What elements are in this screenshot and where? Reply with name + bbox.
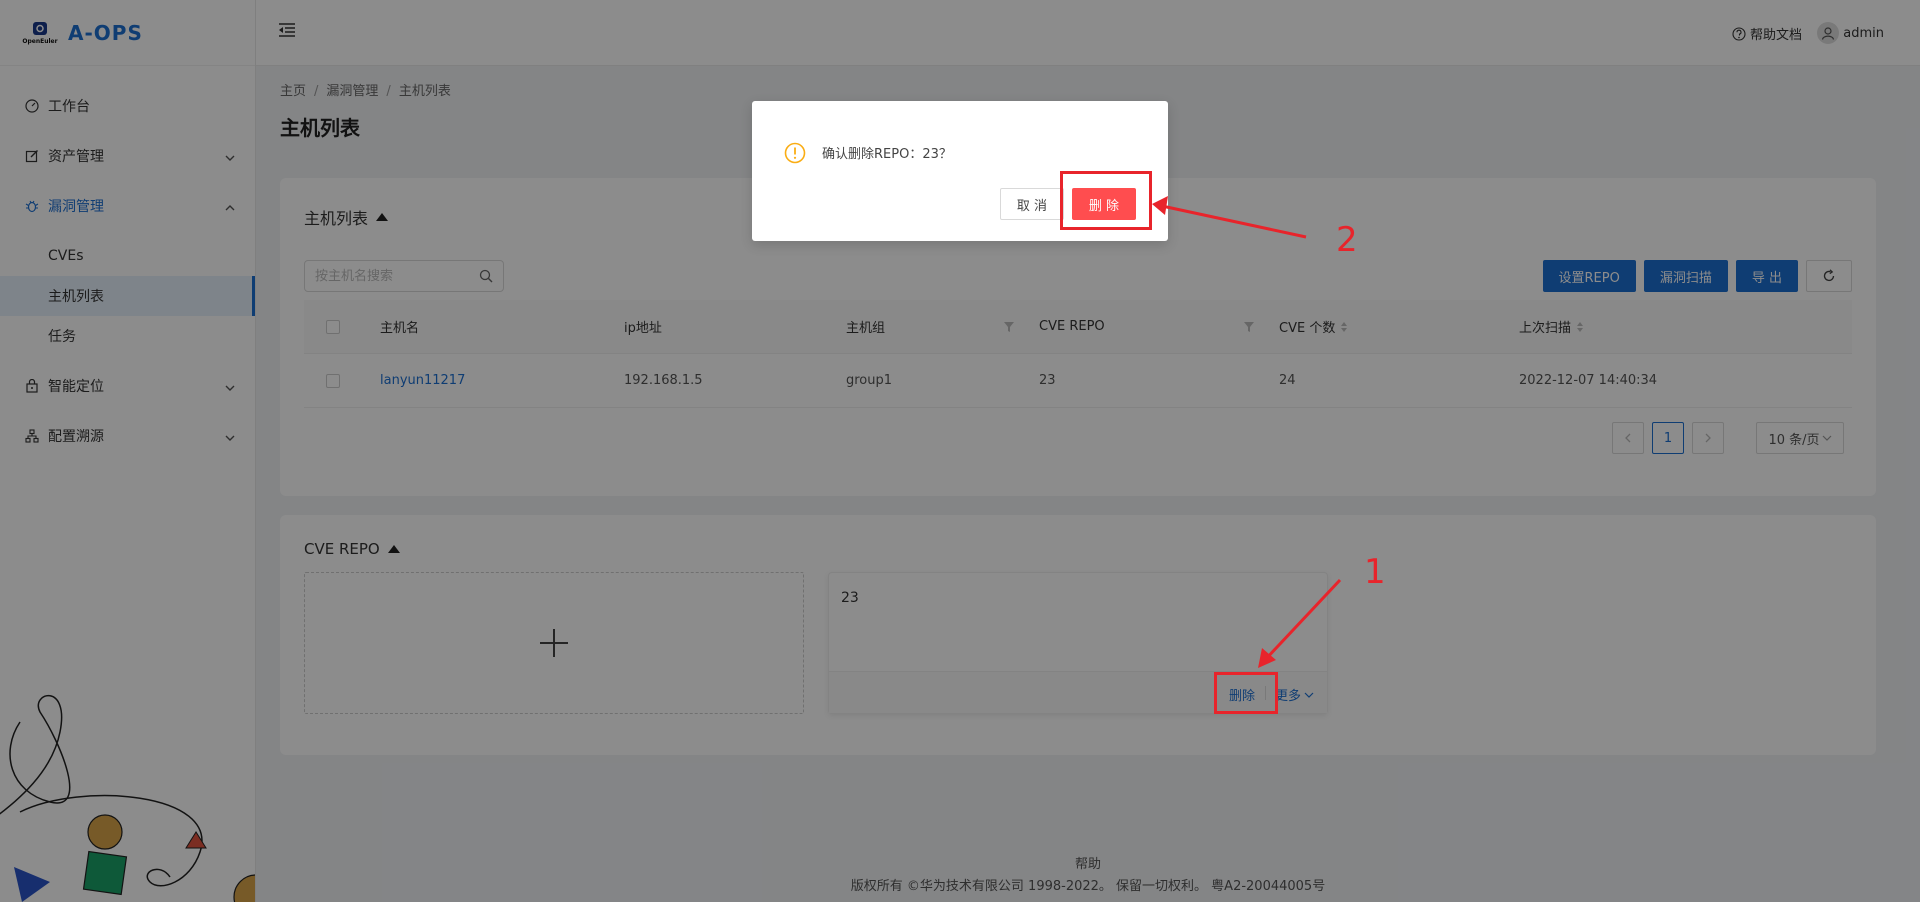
annotation-step2-label: 2: [1336, 220, 1358, 260]
annotation-highlight-step2: [1060, 171, 1152, 230]
warning-icon: [784, 142, 806, 168]
annotation-step1-label: 1: [1364, 552, 1386, 592]
cancel-button[interactable]: 取 消: [1000, 188, 1064, 220]
annotation-highlight-step1: [1214, 672, 1278, 714]
modal-message: 确认删除REPO：23？: [822, 147, 952, 162]
